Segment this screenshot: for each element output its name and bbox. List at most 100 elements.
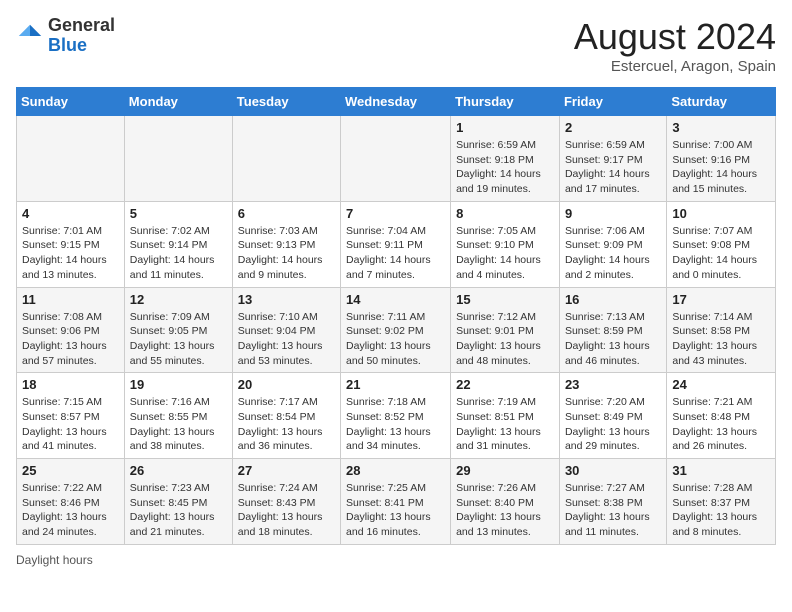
day-number: 3 <box>672 120 770 135</box>
day-info: Sunrise: 7:05 AM Sunset: 9:10 PM Dayligh… <box>456 224 554 283</box>
day-info: Sunrise: 7:17 AM Sunset: 8:54 PM Dayligh… <box>238 395 335 454</box>
calendar-cell: 4 Sunrise: 7:01 AM Sunset: 9:15 PM Daylig… <box>17 201 125 287</box>
day-number: 9 <box>565 206 661 221</box>
day-info: Sunrise: 7:20 AM Sunset: 8:49 PM Dayligh… <box>565 395 661 454</box>
weekday-header-monday: Monday <box>124 88 232 116</box>
calendar-cell: 22 Sunrise: 7:19 AM Sunset: 8:51 PM Dayli… <box>451 373 560 459</box>
calendar-cell: 19 Sunrise: 7:16 AM Sunset: 8:55 PM Dayli… <box>124 373 232 459</box>
day-number: 21 <box>346 377 445 392</box>
day-number: 30 <box>565 463 661 478</box>
calendar-cell: 1 Sunrise: 6:59 AM Sunset: 9:18 PM Daylig… <box>451 116 560 202</box>
calendar-cell: 7 Sunrise: 7:04 AM Sunset: 9:11 PM Daylig… <box>341 201 451 287</box>
logo-text: General Blue <box>48 16 115 56</box>
day-number: 28 <box>346 463 445 478</box>
day-info: Sunrise: 7:02 AM Sunset: 9:14 PM Dayligh… <box>130 224 227 283</box>
calendar-cell: 20Sunrise: 7:17 AM Sunset: 8:54 PM Dayli… <box>232 373 340 459</box>
day-info: Sunrise: 7:10 AM Sunset: 9:04 PM Dayligh… <box>238 310 335 369</box>
day-number: 16 <box>565 292 661 307</box>
day-number: 22 <box>456 377 554 392</box>
weekday-header-thursday: Thursday <box>451 88 560 116</box>
day-info: Sunrise: 7:19 AM Sunset: 8:51 PM Dayligh… <box>456 395 554 454</box>
calendar-cell: 10 Sunrise: 7:07 AM Sunset: 9:08 PM Dayli… <box>667 201 776 287</box>
day-info: Sunrise: 7:03 AM Sunset: 9:13 PM Dayligh… <box>238 224 335 283</box>
day-number: 1 <box>456 120 554 135</box>
calendar-cell <box>124 116 232 202</box>
calendar-cell: 3Sunrise: 7:00 AM Sunset: 9:16 PM Daylig… <box>667 116 776 202</box>
day-info: Sunrise: 7:07 AM Sunset: 9:08 PM Dayligh… <box>672 224 770 283</box>
weekday-header-tuesday: Tuesday <box>232 88 340 116</box>
weekday-header-saturday: Saturday <box>667 88 776 116</box>
calendar-cell: 26 Sunrise: 7:23 AM Sunset: 8:45 PM Dayli… <box>124 459 232 545</box>
day-info: Sunrise: 7:15 AM Sunset: 8:57 PM Dayligh… <box>22 395 119 454</box>
calendar-cell <box>232 116 340 202</box>
calendar-cell: 14Sunrise: 7:11 AM Sunset: 9:02 PM Dayli… <box>341 287 451 373</box>
calendar-cell: 25Sunrise: 7:22 AM Sunset: 8:46 PM Dayli… <box>17 459 125 545</box>
day-number: 10 <box>672 206 770 221</box>
day-number: 7 <box>346 206 445 221</box>
calendar-cell: 5 Sunrise: 7:02 AM Sunset: 9:14 PM Daylig… <box>124 201 232 287</box>
day-number: 23 <box>565 377 661 392</box>
day-info: Sunrise: 7:21 AM Sunset: 8:48 PM Dayligh… <box>672 395 770 454</box>
calendar-cell: 18 Sunrise: 7:15 AM Sunset: 8:57 PM Dayli… <box>17 373 125 459</box>
calendar-cell: 12Sunrise: 7:09 AM Sunset: 9:05 PM Dayli… <box>124 287 232 373</box>
day-number: 2 <box>565 120 661 135</box>
calendar-cell: 21 Sunrise: 7:18 AM Sunset: 8:52 PM Dayli… <box>341 373 451 459</box>
day-info: Sunrise: 7:16 AM Sunset: 8:55 PM Dayligh… <box>130 395 227 454</box>
calendar-cell: 24 Sunrise: 7:21 AM Sunset: 8:48 PM Dayli… <box>667 373 776 459</box>
day-number: 5 <box>130 206 227 221</box>
weekday-header-friday: Friday <box>559 88 666 116</box>
day-number: 26 <box>130 463 227 478</box>
calendar-cell: 11Sunrise: 7:08 AM Sunset: 9:06 PM Dayli… <box>17 287 125 373</box>
logo-icon <box>16 22 44 50</box>
weekday-header-sunday: Sunday <box>17 88 125 116</box>
day-number: 4 <box>22 206 119 221</box>
day-info: Sunrise: 7:26 AM Sunset: 8:40 PM Dayligh… <box>456 481 554 540</box>
calendar-cell <box>341 116 451 202</box>
day-number: 18 <box>22 377 119 392</box>
day-number: 11 <box>22 292 119 307</box>
weekday-header-wednesday: Wednesday <box>341 88 451 116</box>
day-info: Sunrise: 7:23 AM Sunset: 8:45 PM Dayligh… <box>130 481 227 540</box>
day-number: 8 <box>456 206 554 221</box>
day-info: Sunrise: 7:28 AM Sunset: 8:37 PM Dayligh… <box>672 481 770 540</box>
day-number: 6 <box>238 206 335 221</box>
day-info: Sunrise: 7:18 AM Sunset: 8:52 PM Dayligh… <box>346 395 445 454</box>
day-number: 31 <box>672 463 770 478</box>
day-info: Sunrise: 7:09 AM Sunset: 9:05 PM Dayligh… <box>130 310 227 369</box>
calendar-cell: 27Sunrise: 7:24 AM Sunset: 8:43 PM Dayli… <box>232 459 340 545</box>
calendar-cell: 8 Sunrise: 7:05 AM Sunset: 9:10 PM Daylig… <box>451 201 560 287</box>
calendar-cell: 17Sunrise: 7:14 AM Sunset: 8:58 PM Dayli… <box>667 287 776 373</box>
day-info: Sunrise: 7:24 AM Sunset: 8:43 PM Dayligh… <box>238 481 335 540</box>
calendar-cell: 13Sunrise: 7:10 AM Sunset: 9:04 PM Dayli… <box>232 287 340 373</box>
calendar-cell: 16Sunrise: 7:13 AM Sunset: 8:59 PM Dayli… <box>559 287 666 373</box>
logo: General Blue <box>16 16 115 56</box>
calendar-cell: 6 Sunrise: 7:03 AM Sunset: 9:13 PM Daylig… <box>232 201 340 287</box>
footer-note: Daylight hours <box>16 553 776 567</box>
calendar-week-row: 18 Sunrise: 7:15 AM Sunset: 8:57 PM Dayli… <box>17 373 776 459</box>
calendar-week-row: 4 Sunrise: 7:01 AM Sunset: 9:15 PM Daylig… <box>17 201 776 287</box>
month-year-title: August 2024 <box>574 16 776 58</box>
day-number: 15 <box>456 292 554 307</box>
calendar-week-row: 1 Sunrise: 6:59 AM Sunset: 9:18 PM Daylig… <box>17 116 776 202</box>
location-subtitle: Estercuel, Aragon, Spain <box>574 58 776 75</box>
calendar-table: SundayMondayTuesdayWednesdayThursdayFrid… <box>16 87 776 545</box>
day-number: 19 <box>130 377 227 392</box>
day-info: Sunrise: 6:59 AM Sunset: 9:17 PM Dayligh… <box>565 138 661 197</box>
day-number: 24 <box>672 377 770 392</box>
calendar-cell: 29Sunrise: 7:26 AM Sunset: 8:40 PM Dayli… <box>451 459 560 545</box>
calendar-week-row: 25Sunrise: 7:22 AM Sunset: 8:46 PM Dayli… <box>17 459 776 545</box>
logo-general-text: General <box>48 16 115 36</box>
day-number: 14 <box>346 292 445 307</box>
day-info: Sunrise: 7:04 AM Sunset: 9:11 PM Dayligh… <box>346 224 445 283</box>
day-info: Sunrise: 7:01 AM Sunset: 9:15 PM Dayligh… <box>22 224 119 283</box>
calendar-cell: 28 Sunrise: 7:25 AM Sunset: 8:41 PM Dayli… <box>341 459 451 545</box>
calendar-cell: 23 Sunrise: 7:20 AM Sunset: 8:49 PM Dayli… <box>559 373 666 459</box>
day-info: Sunrise: 6:59 AM Sunset: 9:18 PM Dayligh… <box>456 138 554 197</box>
day-info: Sunrise: 7:25 AM Sunset: 8:41 PM Dayligh… <box>346 481 445 540</box>
calendar-cell: 30Sunrise: 7:27 AM Sunset: 8:38 PM Dayli… <box>559 459 666 545</box>
calendar-cell: 31 Sunrise: 7:28 AM Sunset: 8:37 PM Dayli… <box>667 459 776 545</box>
day-info: Sunrise: 7:14 AM Sunset: 8:58 PM Dayligh… <box>672 310 770 369</box>
weekday-header-row: SundayMondayTuesdayWednesdayThursdayFrid… <box>17 88 776 116</box>
title-area: August 2024 Estercuel, Aragon, Spain <box>574 16 776 75</box>
day-info: Sunrise: 7:12 AM Sunset: 9:01 PM Dayligh… <box>456 310 554 369</box>
